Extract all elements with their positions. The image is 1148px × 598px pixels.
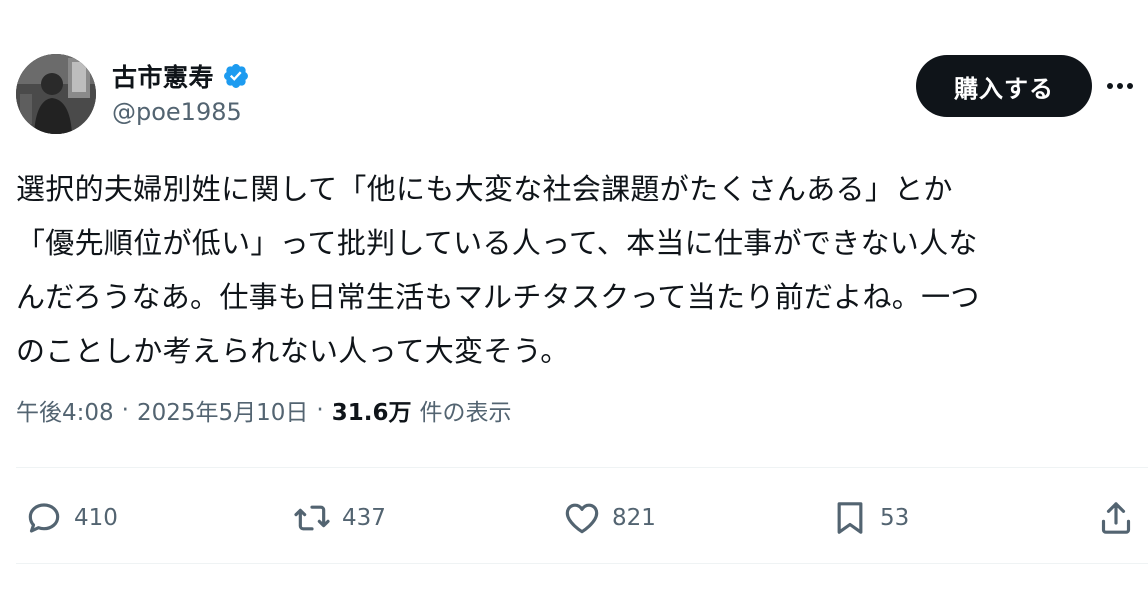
like-button[interactable]: 821 — [562, 490, 656, 546]
share-icon — [1101, 502, 1131, 534]
tweet-text: 選択的夫婦別姓に関して「他にも大変な社会課題がたくさんある」とか 「優先順位が低… — [16, 172, 980, 368]
author-name-row: 古市憲寿 — [112, 58, 250, 94]
retweet-count: 437 — [342, 505, 386, 531]
reply-icon — [28, 503, 60, 533]
meta-separator: · — [316, 397, 324, 423]
buy-button[interactable]: 購入する — [916, 55, 1092, 117]
bookmark-count: 53 — [880, 505, 910, 531]
more-icon[interactable] — [1100, 68, 1140, 104]
tweet-meta: 午後4:08 · 2025年5月10日 · 31.6万 件の表示 — [16, 393, 511, 427]
share-button[interactable] — [1096, 490, 1136, 546]
divider — [16, 563, 1148, 564]
tweet-date[interactable]: 2025年5月10日 — [137, 393, 308, 427]
retweet-icon — [294, 505, 330, 531]
bookmark-button[interactable]: 53 — [830, 490, 909, 546]
action-bar: 410 437 821 53 — [0, 490, 1148, 546]
bookmark-icon — [837, 502, 863, 534]
views-count[interactable]: 31.6万 — [332, 393, 412, 427]
tweet-time[interactable]: 午後4:08 — [16, 393, 114, 427]
author-handle[interactable]: @poe1985 — [112, 98, 242, 126]
author-name[interactable]: 古市憲寿 — [112, 58, 214, 94]
meta-separator: · — [121, 397, 129, 423]
tweet-header: 古市憲寿 @poe1985 購入する — [16, 52, 1148, 136]
heart-icon — [565, 503, 599, 534]
divider — [16, 467, 1148, 468]
verified-badge-icon — [224, 64, 248, 88]
retweet-button[interactable]: 437 — [292, 490, 386, 546]
like-count: 821 — [612, 505, 656, 531]
reply-count: 410 — [74, 505, 118, 531]
views-label: 件の表示 — [419, 400, 512, 426]
avatar[interactable] — [16, 54, 96, 134]
reply-button[interactable]: 410 — [24, 490, 118, 546]
